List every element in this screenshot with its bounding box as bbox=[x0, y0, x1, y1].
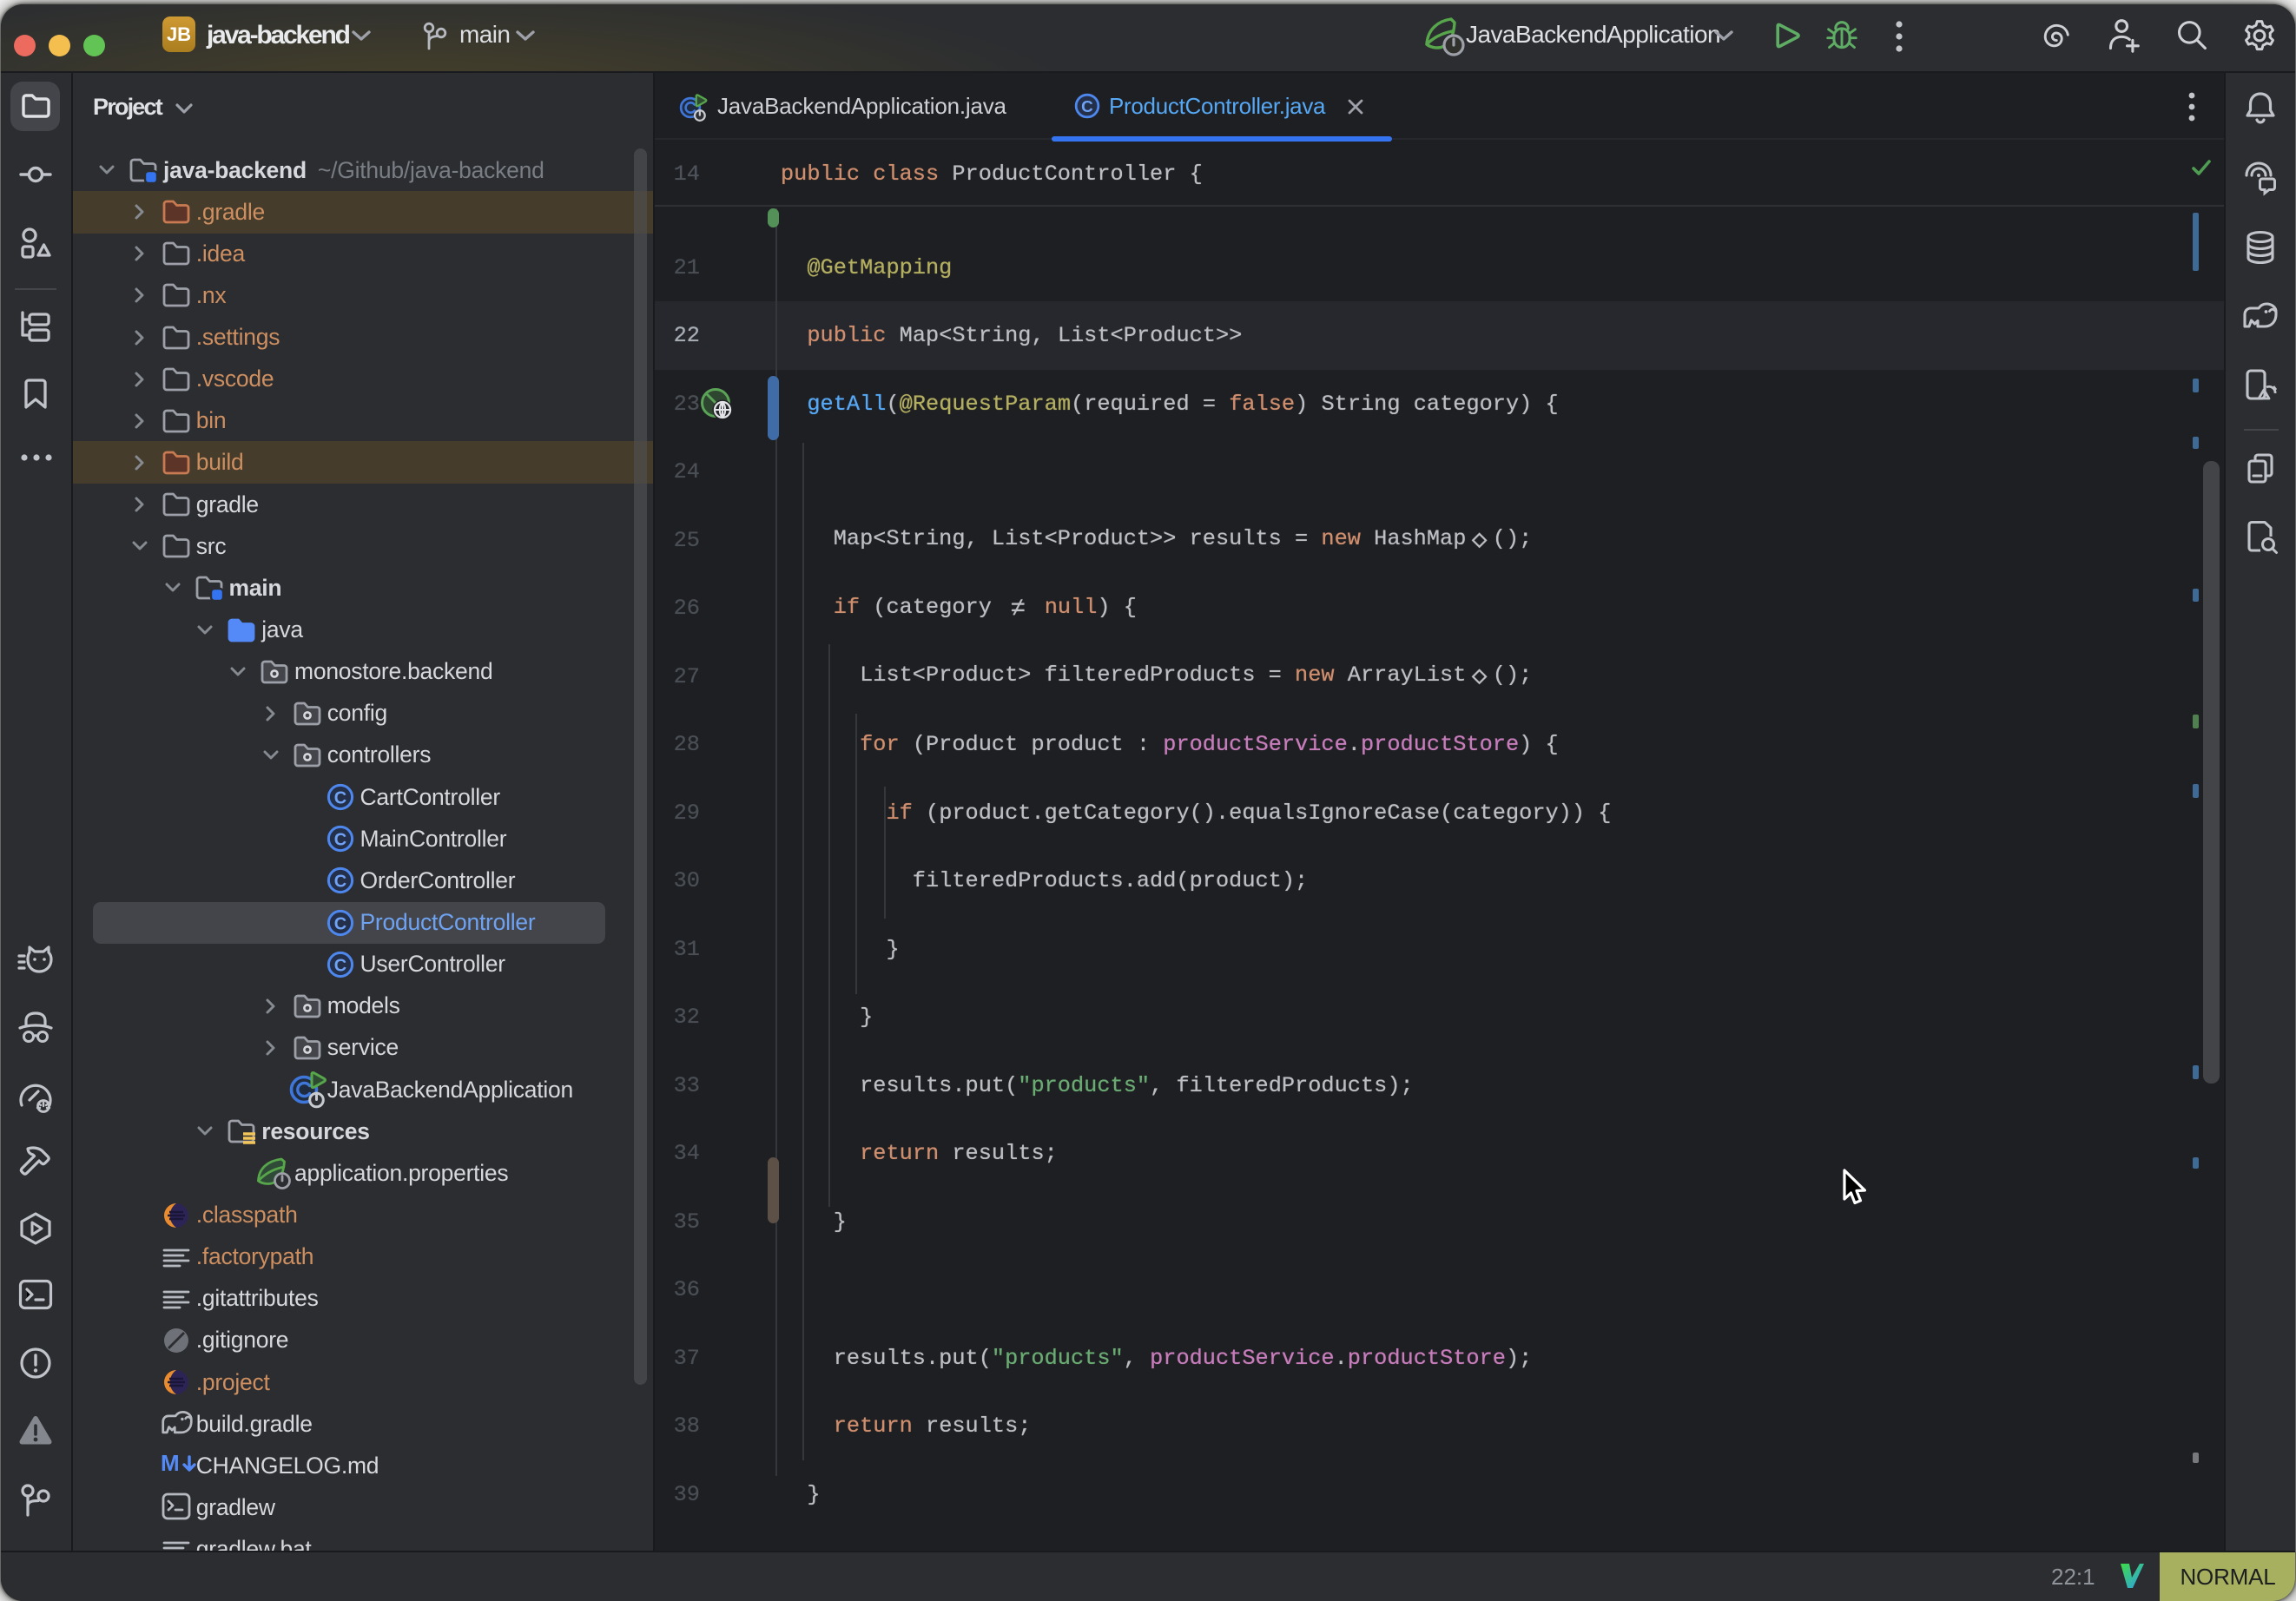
svg-text:C: C bbox=[333, 914, 346, 933]
svg-text:C: C bbox=[333, 789, 346, 808]
svg-text:C: C bbox=[333, 873, 346, 892]
svg-text:M: M bbox=[161, 1450, 180, 1476]
svg-text:C: C bbox=[333, 831, 346, 850]
svg-text:C: C bbox=[1081, 98, 1093, 116]
svg-text:C: C bbox=[333, 956, 346, 975]
